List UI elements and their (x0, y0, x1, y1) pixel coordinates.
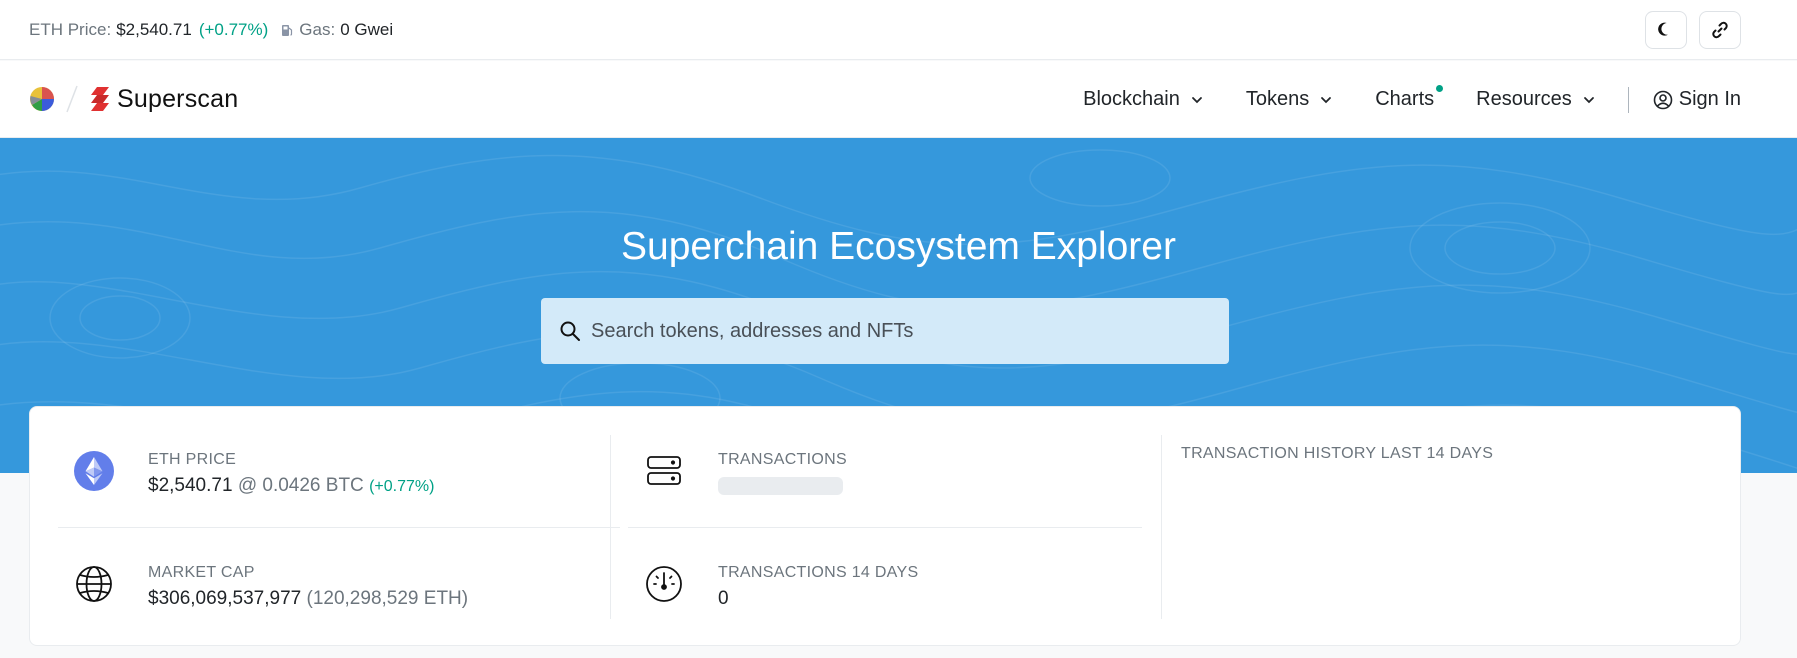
sign-in-label: Sign In (1678, 88, 1741, 110)
main-header: Superscan Blockchain Tokens Charts Resou… (0, 61, 1797, 138)
copy-link-button[interactable] (1699, 11, 1741, 49)
market-cap-value-wrap: $306,069,537,977 (120,298,529 ETH) (148, 584, 468, 614)
nav-charts-label: Charts (1375, 88, 1435, 110)
user-circle-icon (1653, 90, 1673, 109)
transactions-14d-label: TRANSACTIONS 14 DAYS (718, 564, 919, 581)
dark-mode-toggle-button[interactable] (1645, 11, 1687, 49)
chevron-down-icon (1191, 96, 1202, 103)
gauge-icon-wrap (642, 562, 686, 606)
transaction-history-label: TRANSACTION HISTORY LAST 14 DAYS (1181, 445, 1494, 462)
nav-resources-label: Resources (1476, 88, 1572, 110)
gas-label: Gas: (299, 19, 336, 39)
market-cap-cell: MARKET CAP $306,069,537,977 (120,298,529… (72, 562, 468, 614)
link-icon (1712, 21, 1728, 39)
eth-price-label: ETH Price: (29, 19, 112, 39)
nav-tokens-label: Tokens (1245, 88, 1310, 110)
top-status-bar: ETH Price: $2,540.71 (+0.77%) Gas: 0 Gwe… (0, 0, 1797, 60)
server-icon-wrap (642, 449, 686, 493)
transactions-loading-skeleton (718, 477, 843, 495)
eth-price-stat: ETH Price: $2,540.71 (+0.77%) (29, 20, 268, 40)
eth-price-stat-change: (+0.77%) (369, 478, 435, 495)
eth-price-change: (+0.77%) (198, 19, 269, 39)
gauge-icon (646, 566, 682, 602)
column-divider-2 (1161, 435, 1162, 619)
search-box[interactable] (541, 298, 1229, 364)
gas-stat: Gas: 0 Gwei (281, 20, 393, 40)
nav-divider (1627, 86, 1629, 113)
brand-name: Superscan (117, 84, 239, 113)
main-nav: Blockchain Tokens Charts Resources Sign … (1041, 61, 1741, 138)
eth-price-btc: @ 0.0426 BTC (237, 475, 364, 496)
nav-blockchain-label: Blockchain (1083, 88, 1180, 110)
nav-charts[interactable]: Charts (1375, 85, 1444, 111)
divider-left (58, 527, 620, 528)
eth-price-stat-label: ETH PRICE (148, 451, 237, 468)
superscan-logo-icon (91, 87, 109, 111)
eth-price-stat-value: $2,540.71 @ 0.0426 BTC (+0.77%) (148, 471, 434, 502)
nav-tokens[interactable]: Tokens (1246, 88, 1333, 111)
brand-divider-slash (66, 85, 78, 113)
ethereum-icon (74, 451, 114, 491)
nav-blockchain[interactable]: Blockchain (1083, 88, 1204, 111)
column-divider-1 (610, 435, 611, 619)
transactions-14d-value: 0 (718, 588, 729, 609)
gas-value: 0 Gwei (340, 19, 394, 39)
network-pie-logo-icon (30, 87, 54, 111)
stats-card: ETH PRICE $2,540.71 @ 0.0426 BTC (+0.77%… (29, 406, 1741, 646)
nav-resources[interactable]: Resources (1476, 88, 1596, 111)
new-indicator-dot (1436, 85, 1444, 92)
eth-price-cell: ETH PRICE $2,540.71 @ 0.0426 BTC (+0.77%… (72, 449, 434, 502)
divider-middle (628, 527, 1142, 528)
chevron-down-icon (1583, 96, 1594, 103)
market-cap-value: $306,069,537,977 (148, 588, 302, 609)
globe-icon (76, 566, 112, 602)
server-icon (647, 456, 681, 485)
brand[interactable]: Superscan (29, 84, 238, 114)
globe-icon-wrap (72, 562, 116, 606)
chevron-down-icon (1321, 96, 1332, 103)
market-cap-eth: (120,298,529 ETH) (306, 588, 469, 609)
transactions-14d-cell: TRANSACTIONS 14 DAYS 0 (642, 562, 918, 614)
search-input[interactable] (591, 319, 1211, 343)
transactions-label: TRANSACTIONS (718, 451, 847, 468)
eth-price-usd: $2,540.71 (148, 475, 233, 496)
eth-icon-wrap (72, 449, 116, 493)
gas-pump-icon (282, 24, 293, 36)
eth-price-value: $2,540.71 (116, 19, 192, 39)
sign-in-button[interactable]: Sign In (1653, 88, 1741, 111)
moon-icon (1658, 22, 1668, 36)
page-title: Superchain Ecosystem Explorer (621, 225, 1176, 268)
market-cap-label: MARKET CAP (148, 564, 255, 581)
transactions-cell: TRANSACTIONS (642, 449, 847, 495)
search-icon (560, 321, 580, 341)
